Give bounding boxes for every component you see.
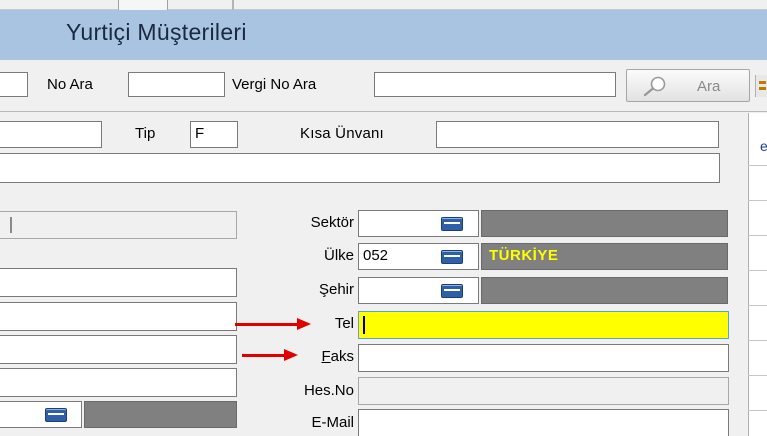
grid-row-line (748, 375, 767, 376)
sehir-label: Şehir (318, 281, 354, 298)
grid-row-line (748, 270, 767, 271)
faks-label: Faks (260, 348, 354, 365)
field-divider (10, 217, 12, 233)
tab-separator (232, 0, 234, 10)
grid-row-line (748, 235, 767, 236)
kisa-unvan-label: Kısa Ünvanı (300, 125, 384, 142)
unvan-input[interactable] (0, 153, 720, 183)
tab-partial[interactable] (118, 0, 168, 10)
text-cursor (363, 316, 365, 334)
grid-row-line (748, 305, 767, 306)
vergi-no-ara-label: Vergi No Ara (232, 76, 317, 93)
vergi-no-search-input[interactable] (374, 72, 616, 97)
email-input[interactable] (358, 409, 729, 436)
tab-strip (0, 0, 767, 10)
address-line-3-input[interactable] (0, 335, 237, 364)
left-lookup-name-field (84, 401, 237, 428)
code-input-partial[interactable] (0, 121, 102, 148)
toolbar-overflow-icon[interactable] (755, 75, 767, 97)
kisa-unvan-input[interactable] (436, 121, 719, 148)
hes-no-field (358, 377, 729, 405)
side-grid-panel[interactable] (748, 113, 767, 436)
search-button-label: Ara (697, 78, 721, 95)
grid-row-line (748, 410, 767, 411)
sektor-name-field (481, 210, 728, 237)
tel-input[interactable] (358, 311, 729, 339)
grid-row-line (748, 340, 767, 341)
left-readonly-field (0, 211, 237, 239)
magnifier-icon (643, 76, 666, 97)
address-line-1-input[interactable] (0, 268, 237, 297)
faks-input[interactable] (358, 344, 729, 372)
ulke-name-field: TÜRKİYE (481, 243, 728, 270)
search-button[interactable]: Ara (626, 69, 750, 102)
address-line-2-input[interactable] (0, 302, 237, 331)
sektor-lookup-icon[interactable] (436, 214, 468, 233)
tip-label: Tip (135, 125, 156, 142)
window-title: Yurtiçi Müşterileri (66, 19, 247, 45)
faks-label-accelerator: F (321, 348, 331, 365)
tip-input[interactable]: F (190, 121, 238, 148)
no-ara-label: No Ara (47, 76, 93, 93)
tel-label: Tel (334, 315, 354, 332)
search-text-input-partial[interactable] (0, 72, 28, 97)
address-line-4-input[interactable] (0, 368, 237, 397)
ulke-lookup-icon[interactable] (436, 247, 468, 266)
side-panel-marker: e (760, 138, 767, 154)
grid-row-line (748, 165, 767, 166)
grid-row-line (748, 200, 767, 201)
ulke-name-text: TÜRKİYE (489, 247, 559, 264)
hes-no-label: Hes.No (303, 382, 354, 399)
faks-label-rest: aks (330, 348, 354, 365)
sehir-lookup-icon[interactable] (436, 281, 468, 300)
no-search-input[interactable] (128, 72, 225, 97)
sehir-name-field (481, 277, 728, 304)
email-label: E-Mail (311, 414, 354, 431)
lookup-button-icon[interactable] (40, 405, 72, 424)
sektor-label: Sektör (310, 214, 354, 231)
ulke-label: Ülke (323, 247, 354, 264)
